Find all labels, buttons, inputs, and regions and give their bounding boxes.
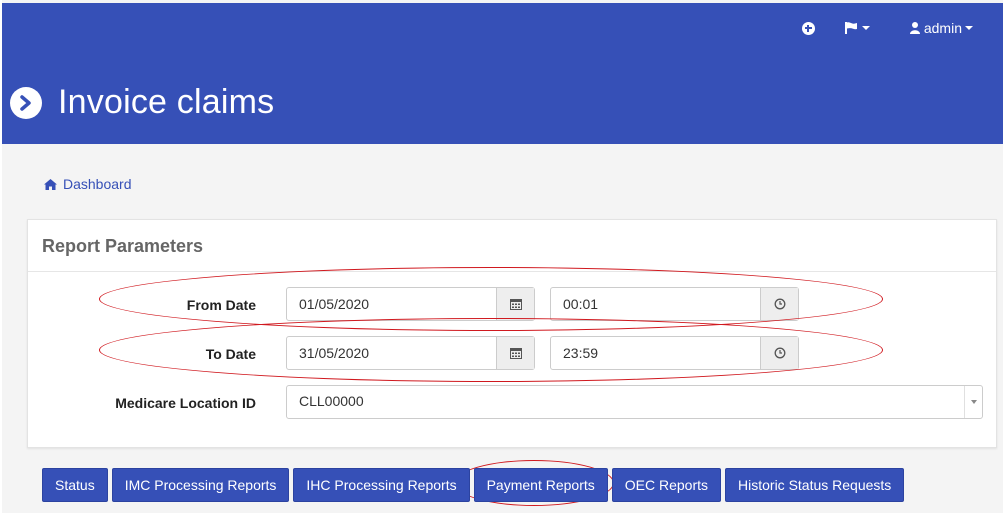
to-time-clock-button[interactable] [760, 337, 798, 369]
tab-imc-processing-reports[interactable]: IMC Processing Reports [111, 468, 290, 502]
add-button[interactable] [801, 21, 815, 35]
breadcrumb-dashboard-link[interactable]: Dashboard [63, 176, 132, 192]
tab-ihc-processing-reports[interactable]: IHC Processing Reports [293, 468, 470, 502]
medicare-location-select[interactable]: CLL00000 [286, 385, 983, 419]
medicare-location-label: Medicare Location ID [115, 395, 256, 411]
panel-divider [28, 271, 996, 272]
from-date-field[interactable]: 01/05/2020 [287, 288, 496, 320]
user-menu-button[interactable]: admin [909, 20, 973, 36]
to-time-input-group[interactable]: 23:59 [550, 336, 799, 370]
clock-icon [774, 298, 785, 310]
to-date-calendar-button[interactable] [496, 337, 534, 369]
page-header: admin Invoice claims [2, 3, 1003, 144]
from-time-clock-button[interactable] [760, 288, 798, 320]
tab-historic-status-requests[interactable]: Historic Status Requests [725, 468, 905, 502]
to-date-input-group[interactable]: 31/05/2020 [286, 336, 535, 370]
title-row: Invoice claims [10, 83, 274, 122]
to-time-field[interactable]: 23:59 [551, 337, 760, 369]
user-name: admin [923, 20, 962, 36]
report-tabs: Status IMC Processing Reports IHC Proces… [42, 468, 905, 502]
top-navigation: admin [801, 20, 973, 36]
flag-menu-button[interactable] [844, 22, 870, 34]
medicare-location-value: CLL00000 [299, 393, 364, 409]
from-date-calendar-button[interactable] [496, 288, 534, 320]
tab-oec-reports[interactable]: OEC Reports [611, 468, 722, 502]
flag-icon [844, 22, 857, 34]
user-icon [909, 22, 920, 34]
chevron-down-icon [861, 26, 870, 30]
plus-circle-icon [801, 21, 815, 35]
calendar-icon [509, 299, 522, 310]
to-date-field[interactable]: 31/05/2020 [287, 337, 496, 369]
chevron-right-circle-icon [10, 86, 42, 119]
home-icon [44, 178, 57, 190]
from-time-input-group[interactable]: 00:01 [550, 287, 799, 321]
calendar-icon [509, 348, 522, 359]
from-date-label: From Date [186, 297, 256, 313]
page-title: Invoice claims [58, 83, 275, 121]
report-parameters-panel: Report Parameters From Date 01/05/2020 0… [27, 219, 997, 448]
from-date-input-group[interactable]: 01/05/2020 [286, 287, 535, 321]
chevron-down-icon [965, 26, 973, 30]
from-time-field[interactable]: 00:01 [551, 288, 760, 320]
clock-icon [774, 347, 785, 359]
tab-payment-reports[interactable]: Payment Reports [473, 468, 608, 502]
panel-title: Report Parameters [42, 236, 204, 256]
to-date-label: To Date [205, 346, 256, 362]
chevron-down-icon[interactable] [964, 386, 982, 418]
tab-status[interactable]: Status [42, 468, 108, 502]
breadcrumb[interactable]: Dashboard [44, 176, 132, 192]
